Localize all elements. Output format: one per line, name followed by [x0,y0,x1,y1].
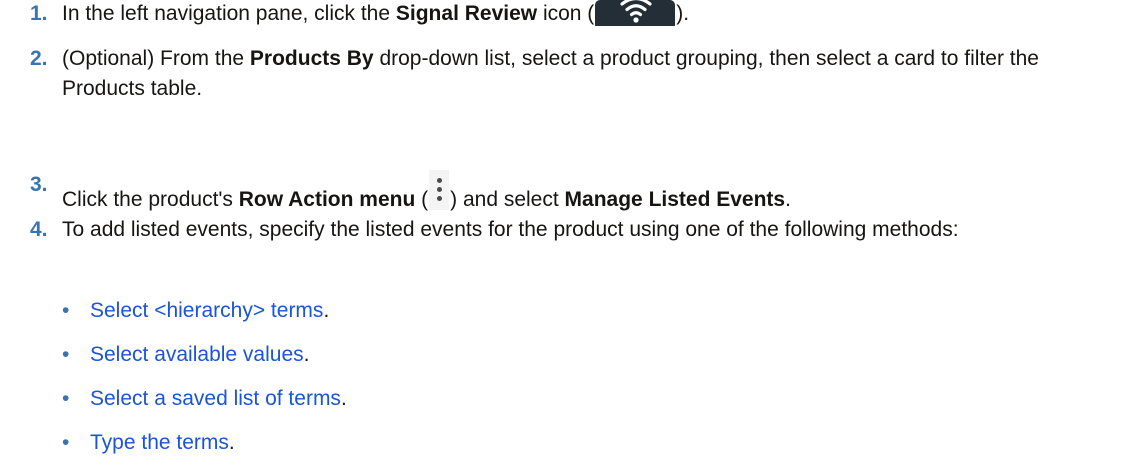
bullet: • [62,299,70,322]
wifi-signal-icon [595,0,676,26]
list-item-period: . [323,299,330,322]
list-item-period: . [228,431,235,454]
step-text: In the left navigation pane, click the S… [62,0,1110,29]
step-text: (Optional) From the Products By drop-dow… [62,44,1110,104]
step-text: Click the product's Row Action menu ( ) a… [62,170,1110,215]
step-text-start: (Optional) From the [62,47,250,70]
manage-listed-events-label: Manage Listed Events [564,188,786,211]
step-text-paren-open: ( [415,188,429,211]
list-item: • Select available values. [62,340,347,370]
list-item: • Type the terms. [62,428,347,458]
link-select-available-values[interactable]: Select available values [90,343,304,366]
step-1: 1. In the left navigation pane, click th… [30,0,1110,29]
step-text: To add listed events, specify the listed… [62,218,959,241]
step-number: 2. [30,47,48,70]
step-2: 2. (Optional) From the Products By drop-… [30,44,1110,104]
products-by-label: Products By [249,47,374,70]
step-4: 4. To add listed events, specify the lis… [30,215,1110,245]
step-text-start: Click the product's [62,188,239,211]
list-item-period: . [303,343,310,366]
step-text-start: In the left navigation pane, click the [62,2,396,25]
signal-review-label: Signal Review [395,2,538,25]
bullet: • [62,387,70,410]
step-text-mid: icon ( [537,2,595,25]
bullet: • [62,343,70,366]
step-text-end: . [785,188,791,211]
methods-list: • Select <hierarchy> terms. • Select avail… [62,296,347,458]
step-text-mid: ) and select [450,188,565,211]
step-3: 3. Click the product's Row Action menu (… [30,170,1110,215]
kebab-menu-icon [429,170,450,210]
bullet: • [62,431,70,454]
link-select-saved-list[interactable]: Select a saved list of terms [90,387,341,410]
step-number: 4. [30,218,48,241]
list-item: • Select <hierarchy> terms. [62,296,347,326]
link-type-the-terms[interactable]: Type the terms [90,431,229,454]
row-action-menu-label: Row Action menu [238,188,416,211]
link-select-hierarchy-terms[interactable]: Select <hierarchy> terms [90,299,323,322]
step-number: 1. [30,2,48,25]
list-item: • Select a saved list of terms. [62,384,347,414]
step-text-end: ). [676,2,690,25]
step-number: 3. [30,173,48,196]
list-item-period: . [340,387,347,410]
